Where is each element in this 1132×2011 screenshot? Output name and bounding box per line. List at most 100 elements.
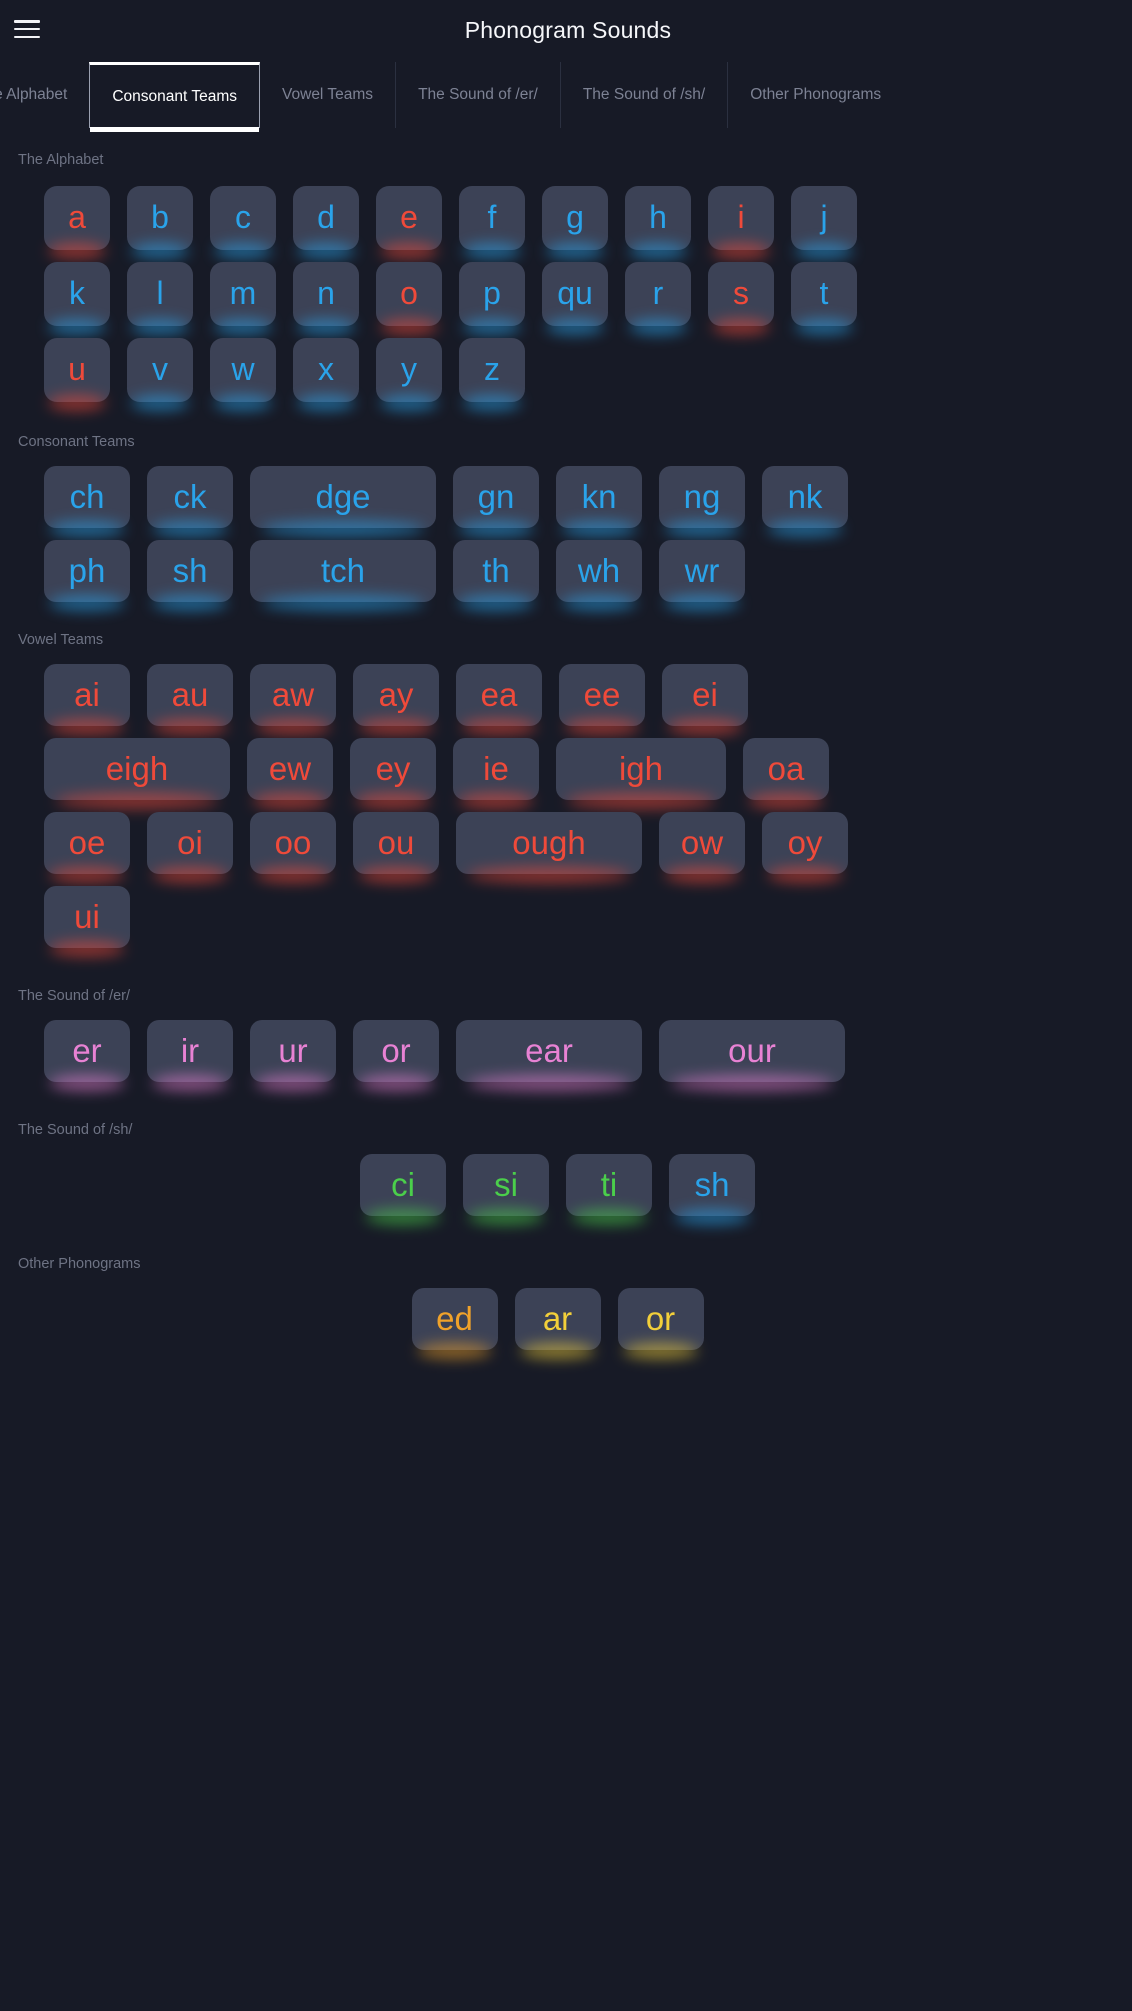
- phonogram-tile-si[interactable]: si: [463, 1154, 549, 1216]
- tab-label: Consonant Teams: [112, 87, 238, 105]
- phonogram-label: ee: [583, 675, 621, 713]
- phonogram-label: th: [482, 551, 510, 589]
- phonogram-tile-ou[interactable]: ou: [353, 812, 439, 874]
- phonogram-tile-ea[interactable]: ea: [456, 664, 542, 726]
- phonogram-tile-ough[interactable]: ough: [456, 812, 642, 874]
- phonogram-tile-ear[interactable]: ear: [456, 1020, 642, 1082]
- phonogram-label: ie: [483, 749, 509, 787]
- phonogram-label: ed: [436, 1299, 473, 1337]
- phonogram-label: or: [645, 1299, 676, 1337]
- phonogram-tile-a[interactable]: a: [44, 186, 110, 250]
- phonogram-tile-igh[interactable]: igh: [556, 738, 726, 800]
- phonogram-tile-sh[interactable]: sh: [669, 1154, 755, 1216]
- phonogram-tile-ph[interactable]: ph: [44, 540, 130, 602]
- phonogram-tile-x[interactable]: x: [293, 338, 359, 402]
- phonogram-tile-au[interactable]: au: [147, 664, 233, 726]
- phonogram-label: s: [733, 275, 749, 311]
- phonogram-tile-j[interactable]: j: [791, 186, 857, 250]
- phonogram-tile-ci[interactable]: ci: [360, 1154, 446, 1216]
- tab-vowel-teams[interactable]: Vowel Teams: [260, 62, 395, 128]
- phonogram-label: oy: [787, 823, 823, 861]
- phonogram-tile-qu[interactable]: qu: [542, 262, 608, 326]
- phonogram-tile-ey[interactable]: ey: [350, 738, 436, 800]
- phonogram-tile-gn[interactable]: gn: [453, 466, 539, 528]
- phonogram-tile-wr[interactable]: wr: [659, 540, 745, 602]
- phonogram-tile-ei[interactable]: ei: [662, 664, 748, 726]
- phonogram-label: si: [494, 1165, 518, 1203]
- phonogram-tile-r[interactable]: r: [625, 262, 691, 326]
- section-consonants: Consonant Teams ch ck dge gn kn ng nk ph sh tch th w…: [0, 434, 1132, 602]
- phonogram-tile-p[interactable]: p: [459, 262, 525, 326]
- phonogram-tile-kn[interactable]: kn: [556, 466, 642, 528]
- phonogram-tile-wh[interactable]: wh: [556, 540, 642, 602]
- phonogram-tile-ow[interactable]: ow: [659, 812, 745, 874]
- phonogram-tile-ng[interactable]: ng: [659, 466, 745, 528]
- phonogram-tile-sh[interactable]: sh: [147, 540, 233, 602]
- hamburger-menu-icon[interactable]: [14, 18, 40, 40]
- phonogram-tile-ay[interactable]: ay: [353, 664, 439, 726]
- phonogram-tile-ck[interactable]: ck: [147, 466, 233, 528]
- section-label: Consonant Teams: [18, 434, 135, 450]
- phonogram-tile-w[interactable]: w: [210, 338, 276, 402]
- phonogram-tile-or[interactable]: or: [617, 1288, 704, 1350]
- phonogram-tile-th[interactable]: th: [453, 540, 539, 602]
- phonogram-tile-n[interactable]: n: [293, 262, 359, 326]
- phonogram-label: oi: [177, 823, 203, 861]
- tab-the-sound-of-er[interactable]: The Sound of /er/: [395, 62, 560, 128]
- phonogram-tile-ur[interactable]: ur: [250, 1020, 336, 1082]
- phonogram-tile-ee[interactable]: ee: [559, 664, 645, 726]
- phonogram-tile-aw[interactable]: aw: [250, 664, 336, 726]
- phonogram-tile-oo[interactable]: oo: [250, 812, 336, 874]
- phonogram-tile-u[interactable]: u: [44, 338, 110, 402]
- phonogram-tile-h[interactable]: h: [625, 186, 691, 250]
- phonogram-tile-y[interactable]: y: [376, 338, 442, 402]
- phonogram-tile-tch[interactable]: tch: [250, 540, 436, 602]
- phonogram-tile-ai[interactable]: ai: [44, 664, 130, 726]
- phonogram-tile-our[interactable]: our: [659, 1020, 845, 1082]
- phonogram-tile-oy[interactable]: oy: [762, 812, 848, 874]
- phonogram-tile-z[interactable]: z: [459, 338, 525, 402]
- phonogram-tile-ar[interactable]: ar: [514, 1288, 601, 1350]
- phonogram-tile-ir[interactable]: ir: [147, 1020, 233, 1082]
- phonogram-tile-ie[interactable]: ie: [453, 738, 539, 800]
- phonogram-tile-er[interactable]: er: [44, 1020, 130, 1082]
- phonogram-tile-v[interactable]: v: [127, 338, 193, 402]
- phonogram-tile-ui[interactable]: ui: [44, 886, 130, 948]
- phonogram-tile-or[interactable]: or: [353, 1020, 439, 1082]
- phonogram-tile-eigh[interactable]: eigh: [44, 738, 230, 800]
- phonogram-tile-s[interactable]: s: [708, 262, 774, 326]
- section-label: The Sound of /sh/: [18, 1122, 133, 1138]
- phonogram-tile-dge[interactable]: dge: [250, 466, 436, 528]
- tab-the-sound-of-sh[interactable]: The Sound of /sh/: [559, 62, 727, 128]
- phonogram-tile-m[interactable]: m: [210, 262, 276, 326]
- hamburger-bar: [14, 35, 40, 38]
- phonogram-tile-l[interactable]: l: [127, 262, 193, 326]
- phonogram-tile-ed[interactable]: ed: [411, 1288, 498, 1350]
- tab-the-alphabet[interactable]: The Alphabet: [0, 62, 89, 128]
- phonogram-tile-o[interactable]: o: [376, 262, 442, 326]
- phonogram-label: p: [483, 275, 501, 311]
- phonogram-tile-c[interactable]: c: [210, 186, 276, 250]
- phonogram-tile-nk[interactable]: nk: [762, 466, 848, 528]
- phonogram-tile-e[interactable]: e: [376, 186, 442, 250]
- phonogram-tile-f[interactable]: f: [459, 186, 525, 250]
- phonogram-tile-oa[interactable]: oa: [743, 738, 829, 800]
- tab-label: The Sound of /sh/: [582, 86, 706, 103]
- phonogram-tile-t[interactable]: t: [791, 262, 857, 326]
- tab-other-phonograms[interactable]: Other Phonograms: [727, 62, 881, 128]
- phonogram-label: e: [400, 199, 418, 235]
- phonogram-tile-ti[interactable]: ti: [566, 1154, 652, 1216]
- phonogram-tile-i[interactable]: i: [708, 186, 774, 250]
- phonogram-label: g: [566, 199, 584, 235]
- phonogram-tile-oe[interactable]: oe: [44, 812, 130, 874]
- phonogram-tile-ew[interactable]: ew: [247, 738, 333, 800]
- phonogram-tile-ch[interactable]: ch: [44, 466, 130, 528]
- phonogram-tile-g[interactable]: g: [542, 186, 608, 250]
- phonogram-tile-k[interactable]: k: [44, 262, 110, 326]
- section-label: Vowel Teams: [18, 632, 104, 648]
- phonogram-tile-oi[interactable]: oi: [147, 812, 233, 874]
- phonogram-label: wh: [577, 551, 621, 589]
- phonogram-tile-d[interactable]: d: [293, 186, 359, 250]
- phonogram-tile-b[interactable]: b: [127, 186, 193, 250]
- tab-consonant-teams[interactable]: Consonant Teams: [89, 62, 261, 132]
